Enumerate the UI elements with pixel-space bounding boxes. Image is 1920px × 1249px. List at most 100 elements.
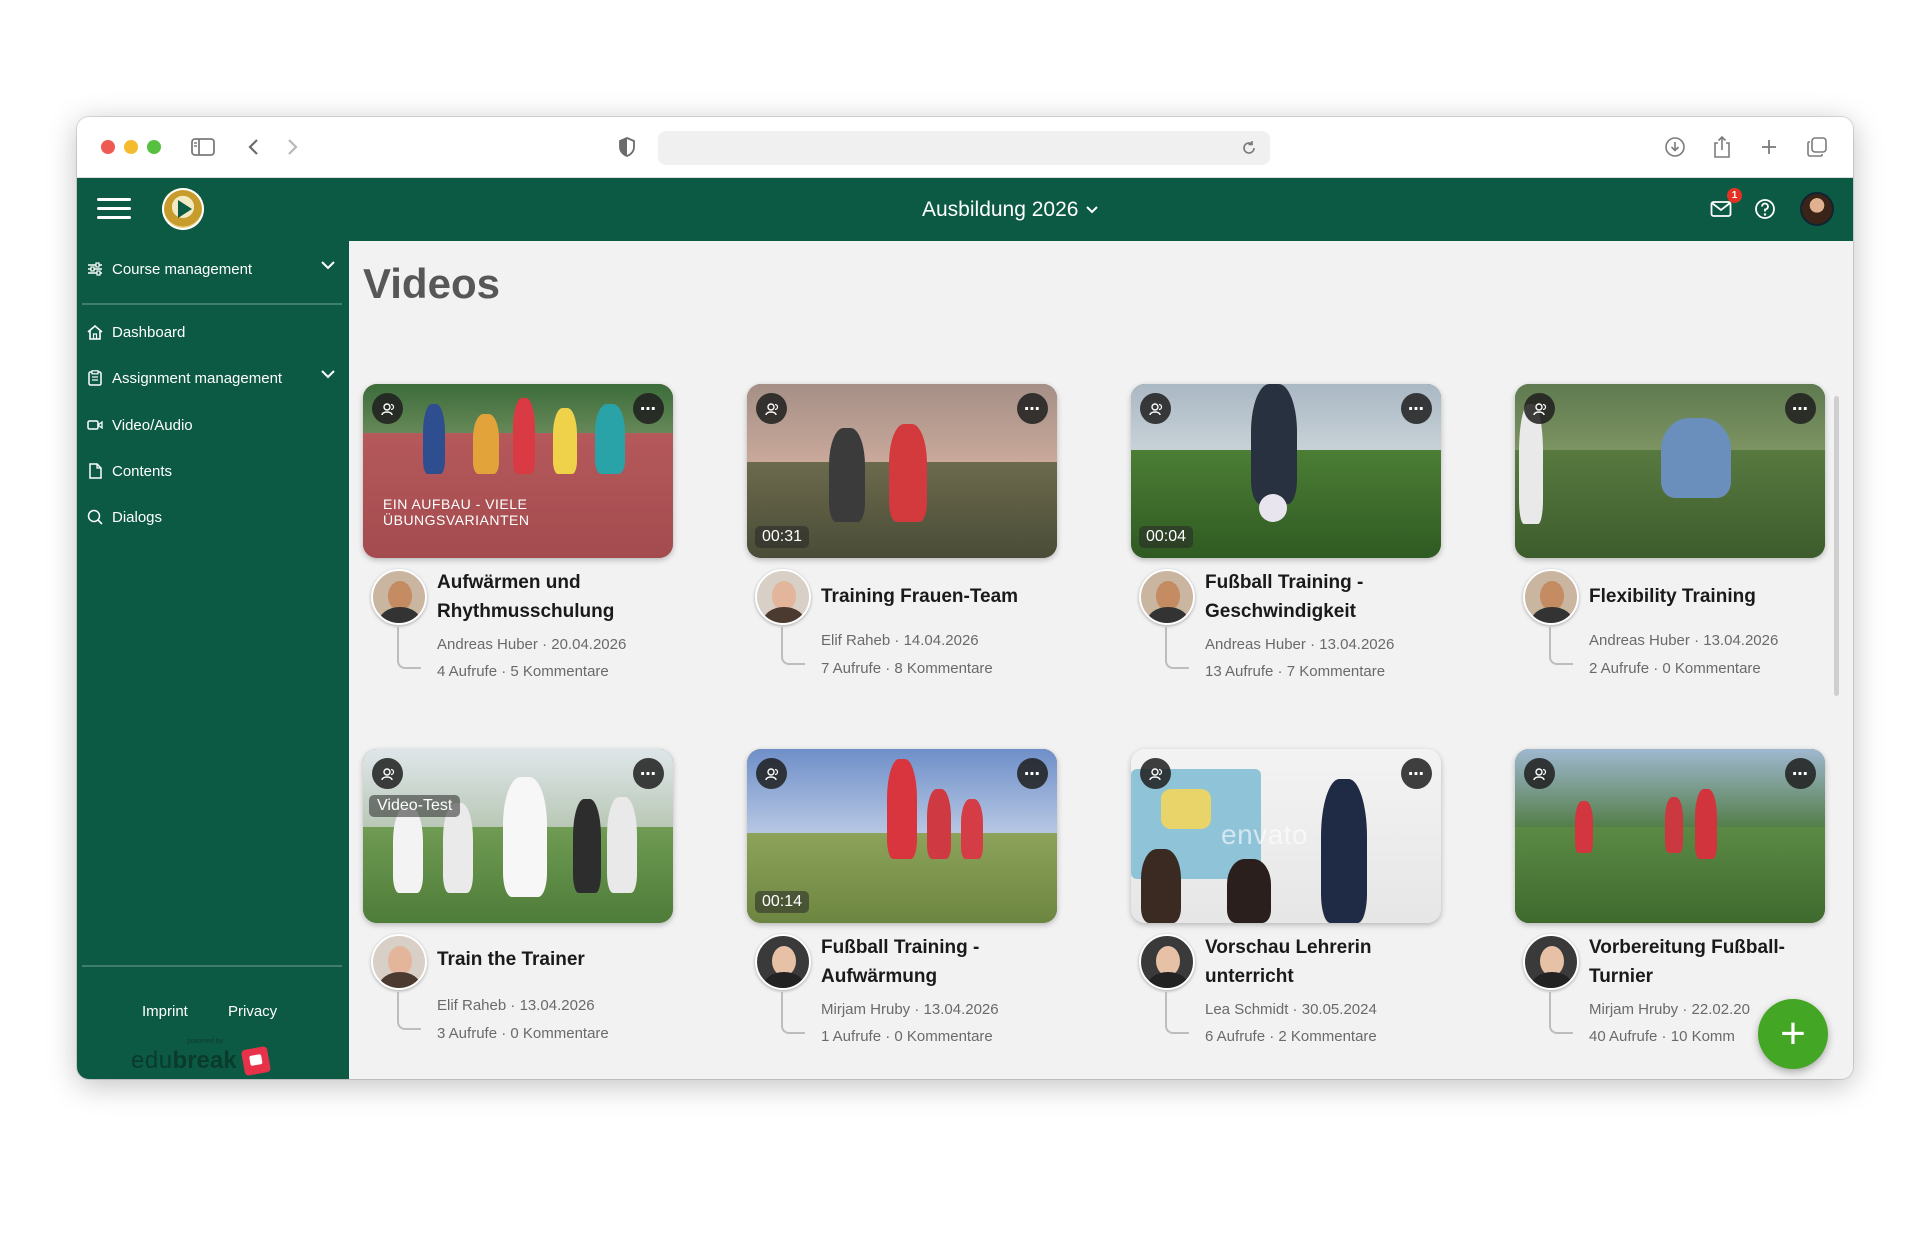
main-content: Videos EIN AUFBAU - VIELE ÜBUNGSVARIANTE…	[349, 241, 1853, 1079]
help-icon	[1755, 199, 1775, 219]
sidebar-item-label: Assignment management	[112, 369, 283, 387]
help-button[interactable]	[1750, 192, 1780, 226]
more-options-icon[interactable]: ⋯	[1785, 393, 1816, 424]
video-thumbnail[interactable]: EIN AUFBAU - VIELE ÜBUNGSVARIANTEN ⋯	[363, 384, 673, 558]
new-tab-icon[interactable]	[1755, 133, 1783, 161]
video-stats: 7 Aufrufe · 8 Kommentare	[821, 660, 993, 677]
video-thumbnail[interactable]: 00:31 ⋯	[747, 384, 1057, 558]
forward-icon[interactable]	[278, 133, 306, 161]
share-icon[interactable]	[1708, 133, 1736, 161]
group-icon[interactable]	[756, 758, 787, 789]
video-author-date: Mirjam Hruby · 13.04.2026	[821, 1001, 999, 1018]
home-icon	[87, 324, 103, 340]
video-card[interactable]: Video-Test ⋯ Train the Trainer Elif Rahe…	[363, 749, 673, 1042]
notification-badge: 1	[1727, 188, 1742, 203]
sidebar-item-label: Contents	[112, 462, 173, 480]
imprint-link[interactable]: Imprint	[142, 1003, 188, 1020]
video-thumbnail[interactable]: Video-Test ⋯	[363, 749, 673, 923]
edubreak-logo: edu break	[131, 1045, 271, 1077]
sidebar-item-assignment-management[interactable]: Assignment management	[87, 363, 339, 393]
menu-icon[interactable]	[97, 195, 131, 223]
group-icon[interactable]	[1140, 393, 1171, 424]
video-card[interactable]: EIN AUFBAU - VIELE ÜBUNGSVARIANTEN ⋯ Auf…	[363, 384, 673, 680]
video-thumbnail[interactable]: ⋯	[1515, 384, 1825, 558]
sidebar-item-label: Course management	[112, 260, 253, 278]
thumbnail-watermark: envato	[1221, 819, 1309, 850]
sidebar: Course management Dashboard Assignment m…	[77, 241, 349, 1079]
sidebar-item-dialogs[interactable]: Dialogs	[87, 502, 339, 532]
more-options-icon[interactable]: ⋯	[1785, 758, 1816, 789]
video-title[interactable]: Train the Trainer	[437, 945, 673, 974]
video-card[interactable]: 00:04 ⋯ Fußball Training - Geschwindigke…	[1131, 384, 1441, 680]
scrollbar[interactable]	[1834, 396, 1839, 696]
minimize-window-button[interactable]	[124, 140, 138, 154]
address-bar[interactable]	[658, 131, 1270, 165]
video-card[interactable]: envato ⋯ Vorschau Lehrerin unterricht Le…	[1131, 749, 1441, 1045]
video-card[interactable]: ⋯ Flexibility Training Andreas Huber · 1…	[1515, 384, 1825, 677]
chat-icon	[87, 509, 103, 525]
video-title[interactable]: Fußball Training - Geschwindigkeit	[1205, 568, 1441, 626]
video-duration: 00:14	[755, 891, 810, 913]
more-options-icon[interactable]: ⋯	[633, 393, 664, 424]
video-stats: 1 Aufrufe · 0 Kommentare	[821, 1028, 993, 1045]
privacy-link[interactable]: Privacy	[228, 1003, 277, 1020]
more-options-icon[interactable]: ⋯	[633, 758, 664, 789]
user-avatar[interactable]	[1800, 192, 1834, 226]
avatar	[371, 569, 427, 625]
video-title[interactable]: Vorbereitung Fußball-Turnier	[1589, 933, 1825, 991]
close-window-button[interactable]	[101, 140, 115, 154]
sidebar-toggle-icon[interactable]	[189, 133, 217, 161]
sidebar-item-course-management[interactable]: Course management	[87, 254, 339, 284]
avatar	[1523, 934, 1579, 990]
reload-icon[interactable]	[1236, 135, 1262, 161]
messages-button[interactable]: 1	[1706, 188, 1742, 226]
avatar	[755, 569, 811, 625]
video-title[interactable]: Aufwärmen und Rhythmusschulung	[437, 568, 673, 626]
app-logo[interactable]	[162, 188, 204, 230]
thumbnail-caption: EIN AUFBAU - VIELE ÜBUNGSVARIANTEN	[383, 496, 530, 528]
video-stats: 4 Aufrufe · 5 Kommentare	[437, 663, 609, 680]
group-icon[interactable]	[756, 393, 787, 424]
tab-overview-icon[interactable]	[1803, 133, 1831, 161]
course-name: Ausbildung 2026	[922, 198, 1079, 221]
video-card[interactable]: ⋯ Vorbereitung Fußball-Turnier Mirjam Hr…	[1515, 749, 1825, 1045]
sidebar-item-contents[interactable]: Contents	[87, 456, 339, 486]
sidebar-item-video-audio[interactable]: Video/Audio	[87, 410, 339, 440]
video-card[interactable]: 00:31 ⋯ Training Frauen-Team Elif Raheb …	[747, 384, 1057, 677]
video-tag: Video-Test	[369, 795, 461, 817]
course-selector[interactable]: Ausbildung 2026	[922, 196, 1099, 224]
group-icon[interactable]	[372, 393, 403, 424]
more-options-icon[interactable]: ⋯	[1017, 393, 1048, 424]
more-options-icon[interactable]: ⋯	[1401, 393, 1432, 424]
privacy-shield-icon[interactable]	[613, 133, 641, 161]
group-icon[interactable]	[1524, 393, 1555, 424]
zoom-window-button[interactable]	[147, 140, 161, 154]
sidebar-item-label: Dashboard	[112, 323, 186, 341]
video-card[interactable]: 00:14 ⋯ Fußball Training - Aufwärmung Mi…	[747, 749, 1057, 1045]
sidebar-item-dashboard[interactable]: Dashboard	[87, 317, 339, 347]
video-thumbnail[interactable]: 00:14 ⋯	[747, 749, 1057, 923]
video-thumbnail[interactable]: envato ⋯	[1131, 749, 1441, 923]
video-title[interactable]: Fußball Training - Aufwärmung	[821, 933, 1057, 991]
video-thumbnail[interactable]: 00:04 ⋯	[1131, 384, 1441, 558]
more-options-icon[interactable]: ⋯	[1401, 758, 1432, 789]
more-options-icon[interactable]: ⋯	[1017, 758, 1048, 789]
app-header: Ausbildung 2026 1	[77, 178, 1853, 241]
video-title[interactable]: Flexibility Training	[1589, 582, 1825, 611]
avatar	[1139, 569, 1195, 625]
video-stats: 13 Aufrufe · 7 Kommentare	[1205, 663, 1386, 680]
video-author-date: Andreas Huber · 13.04.2026	[1205, 636, 1395, 653]
video-title[interactable]: Vorschau Lehrerin unterricht	[1205, 933, 1441, 991]
group-icon[interactable]	[1140, 758, 1171, 789]
add-video-button[interactable]: +	[1758, 999, 1828, 1069]
group-icon[interactable]	[1524, 758, 1555, 789]
group-icon[interactable]	[372, 758, 403, 789]
video-thumbnail[interactable]: ⋯	[1515, 749, 1825, 923]
video-title[interactable]: Training Frauen-Team	[821, 582, 1057, 611]
browser-toolbar	[77, 117, 1853, 178]
avatar	[755, 934, 811, 990]
video-author-date: Andreas Huber · 13.04.2026	[1589, 632, 1779, 649]
downloads-icon[interactable]	[1661, 133, 1689, 161]
back-icon[interactable]	[240, 133, 268, 161]
edubreak-mark-icon	[240, 1045, 271, 1077]
